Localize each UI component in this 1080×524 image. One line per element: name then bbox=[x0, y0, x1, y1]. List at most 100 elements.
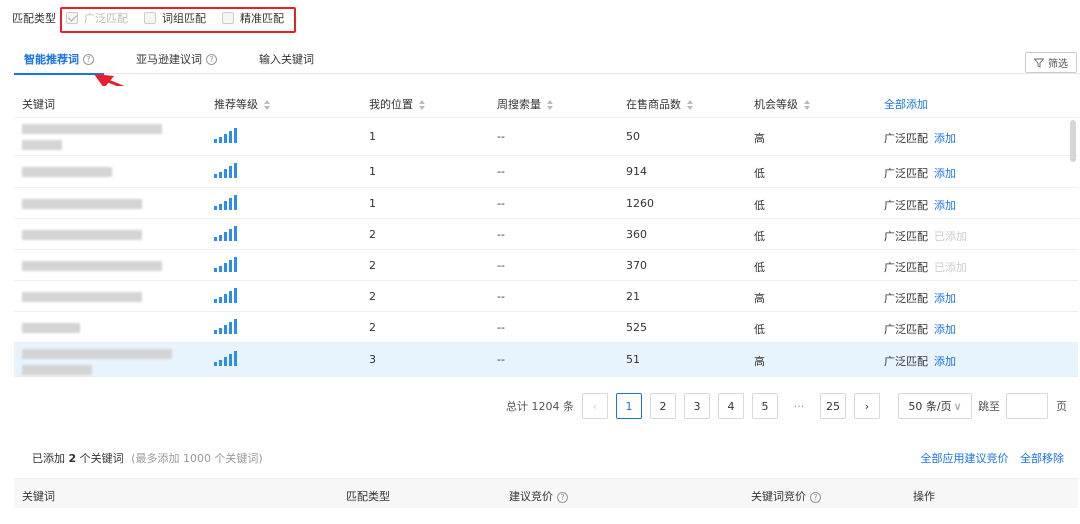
cell-match-type: 广泛匹配 bbox=[884, 260, 928, 274]
page-3[interactable]: 3 bbox=[684, 393, 710, 419]
cell-position: 2 bbox=[369, 258, 376, 272]
recommend-keyword-table: 关键词 推荐等级 我的位置 周搜索量 在售商品数 机会等级 全部添加 1 -- 50… bbox=[14, 86, 1078, 377]
cell-weekly-search: -- bbox=[497, 130, 505, 143]
cell-match-type: 广泛匹配 bbox=[884, 355, 928, 368]
cell-match-type: 广泛匹配 bbox=[884, 229, 928, 243]
col-level[interactable]: 推荐等级 bbox=[214, 96, 270, 112]
added-summary: 已添加 2 个关键词 (最多添加 1000 个关键词) bbox=[32, 452, 263, 465]
match-exact-checkbox[interactable]: 精准匹配 bbox=[222, 10, 284, 26]
cell-position: 2 bbox=[369, 320, 376, 334]
add-link[interactable]: 添加 bbox=[934, 321, 956, 337]
jump-label: 跳至 bbox=[978, 400, 1000, 413]
col-products[interactable]: 在售商品数 bbox=[626, 96, 693, 112]
jump-page-input[interactable] bbox=[1006, 393, 1048, 419]
tab-input-keyword[interactable]: 输入关键词 bbox=[249, 44, 324, 74]
sort-icon[interactable] bbox=[804, 100, 810, 110]
match-broad-checkbox[interactable]: 广泛匹配 bbox=[66, 10, 128, 26]
table-header: 关键词 推荐等级 我的位置 周搜索量 在售商品数 机会等级 全部添加 bbox=[14, 86, 1078, 118]
remove-all-link[interactable]: 全部移除 bbox=[1020, 452, 1064, 465]
add-link[interactable]: 添加 bbox=[934, 165, 956, 181]
cell-products: 50 bbox=[626, 130, 640, 143]
sort-icon[interactable] bbox=[419, 100, 425, 110]
help-icon: ? bbox=[83, 53, 94, 65]
cell-position: 1 bbox=[369, 196, 376, 210]
total-count: 总计 1204 条 bbox=[506, 400, 574, 413]
cell-opportunity: 低 bbox=[754, 167, 765, 180]
table-row: 2 -- 370 低 广泛匹配 已添加 bbox=[14, 250, 1078, 281]
page-ellipsis[interactable]: ··· bbox=[786, 393, 812, 419]
cell-match-type: 广泛匹配 bbox=[884, 322, 928, 336]
cell-position: 1 bbox=[369, 130, 376, 143]
col-position[interactable]: 我的位置 bbox=[369, 96, 425, 112]
sort-icon[interactable] bbox=[687, 100, 693, 110]
cell-products: 51 bbox=[626, 353, 640, 366]
add-link[interactable]: 添加 bbox=[934, 130, 956, 146]
cell-opportunity: 高 bbox=[754, 291, 765, 305]
prev-page-button[interactable]: ‹ bbox=[582, 393, 608, 419]
match-phrase-checkbox[interactable]: 词组匹配 bbox=[144, 10, 206, 26]
pagination: 总计 1204 条 ‹ 1 2 3 4 5 ··· 25 › 50 条/页 ∨ 跳… bbox=[506, 393, 1067, 419]
cell-opportunity: 高 bbox=[754, 355, 765, 368]
page-1[interactable]: 1 bbox=[616, 393, 642, 419]
page-4[interactable]: 4 bbox=[718, 393, 744, 419]
tab-amazon-suggest[interactable]: 亚马逊建议词? bbox=[126, 44, 227, 74]
added-label: 已添加 bbox=[934, 229, 967, 243]
page-size-select[interactable]: 50 条/页 ∨ bbox=[898, 393, 972, 419]
added-limit-hint: (最多添加 1000 个关键词) bbox=[131, 452, 263, 465]
added-col-keyword-bid: 关键词竞价? bbox=[751, 488, 821, 504]
tab-smart-recommend[interactable]: 智能推荐词? bbox=[14, 44, 104, 75]
cell-products: 1260 bbox=[626, 196, 654, 210]
added-count: 2 bbox=[68, 452, 77, 465]
cell-opportunity: 低 bbox=[754, 322, 765, 336]
help-icon: ? bbox=[206, 53, 217, 65]
filter-button[interactable]: 筛选 bbox=[1025, 52, 1077, 73]
match-type-row: 匹配类型 广泛匹配 词组匹配 精准匹配 bbox=[12, 7, 306, 33]
help-icon: ? bbox=[557, 492, 568, 503]
cell-position: 1 bbox=[369, 165, 376, 178]
keyword-tabs: 智能推荐词? 亚马逊建议词? 输入关键词 bbox=[14, 44, 1080, 75]
add-all-link[interactable]: 全部添加 bbox=[884, 96, 928, 112]
table-row: 2 -- 525 低 广泛匹配 添加 bbox=[14, 312, 1078, 343]
add-link[interactable]: 添加 bbox=[934, 290, 956, 306]
checkbox-icon bbox=[222, 12, 234, 24]
col-keyword: 关键词 bbox=[22, 98, 55, 111]
col-weekly-search[interactable]: 周搜索量 bbox=[497, 96, 553, 112]
add-link[interactable]: 添加 bbox=[934, 197, 956, 213]
cell-weekly-search: -- bbox=[497, 353, 505, 366]
col-opportunity[interactable]: 机会等级 bbox=[754, 96, 810, 112]
added-col-action: 操作 bbox=[913, 490, 935, 503]
sort-icon[interactable] bbox=[547, 100, 553, 110]
cell-products: 525 bbox=[626, 320, 647, 334]
apply-all-bids-link[interactable]: 全部应用建议竞价 bbox=[921, 452, 1009, 465]
signal-strength-icon bbox=[214, 256, 237, 272]
sort-icon[interactable] bbox=[264, 100, 270, 110]
added-col-keyword: 关键词 bbox=[22, 490, 55, 503]
added-label: 已添加 bbox=[934, 260, 967, 274]
cell-position: 3 bbox=[369, 353, 376, 366]
cell-opportunity: 低 bbox=[754, 198, 765, 212]
chevron-down-icon: ∨ bbox=[953, 399, 962, 413]
keyword-blurred bbox=[22, 322, 80, 333]
keyword-blurred bbox=[22, 349, 172, 359]
keyword-blurred bbox=[22, 260, 162, 271]
cell-position: 2 bbox=[369, 289, 376, 303]
added-col-suggested-bid: 建议竞价? bbox=[509, 488, 568, 504]
next-page-button[interactable]: › bbox=[854, 393, 880, 419]
cell-products: 914 bbox=[626, 165, 647, 178]
cell-weekly-search: -- bbox=[497, 258, 505, 272]
page-2[interactable]: 2 bbox=[650, 393, 676, 419]
keyword-blurred bbox=[22, 198, 142, 209]
cell-weekly-search: -- bbox=[497, 227, 505, 241]
add-link[interactable]: 添加 bbox=[934, 353, 956, 369]
keyword-blurred bbox=[22, 229, 142, 240]
keyword-blurred bbox=[22, 365, 92, 375]
cell-opportunity: 低 bbox=[754, 260, 765, 274]
page-25[interactable]: 25 bbox=[820, 393, 846, 419]
page-5[interactable]: 5 bbox=[752, 393, 778, 419]
table-scrollbar[interactable] bbox=[1070, 120, 1076, 162]
added-col-match-type: 匹配类型 bbox=[346, 490, 390, 503]
signal-strength-icon bbox=[214, 128, 237, 143]
cell-opportunity: 高 bbox=[754, 132, 765, 145]
table-row: 2 -- 21 高 广泛匹配 添加 bbox=[14, 281, 1078, 312]
filter-icon bbox=[1034, 58, 1044, 68]
